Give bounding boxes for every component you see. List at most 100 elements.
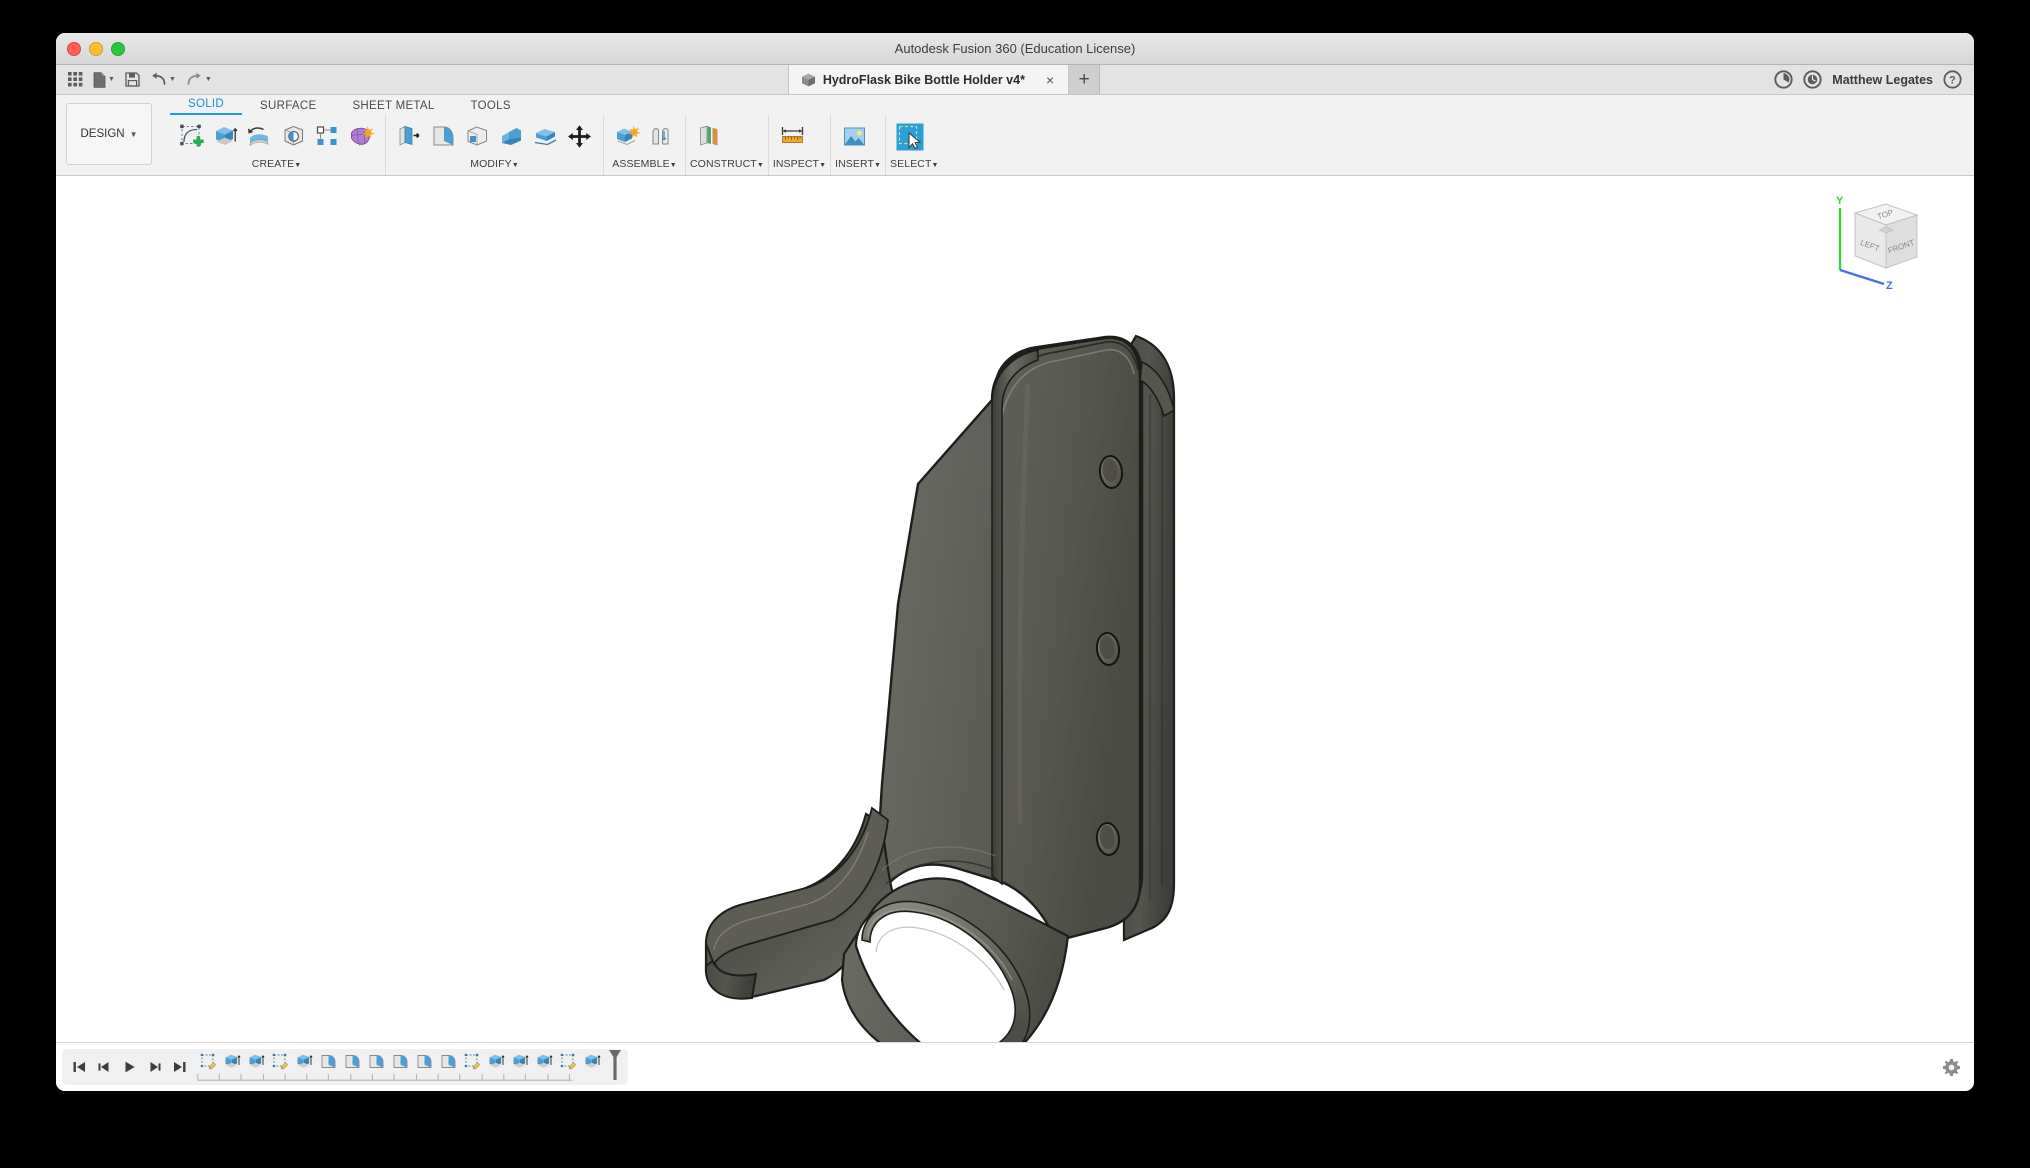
maximize-window-icon[interactable]	[111, 41, 125, 56]
timeline-feature-fillet[interactable]	[367, 1050, 386, 1072]
extensions-clock-icon[interactable]	[1803, 70, 1822, 89]
timeline-feature-extrude[interactable]	[295, 1050, 314, 1072]
new-component-button[interactable]	[611, 120, 644, 154]
save-button[interactable]	[121, 68, 144, 92]
ribbon-group-construct: CONSTRUCT▼	[686, 115, 769, 175]
fillet-feature-icon	[393, 1054, 407, 1068]
go-to-beginning-button[interactable]	[68, 1055, 90, 1079]
timeline-feature-extrude[interactable]	[487, 1050, 506, 1072]
undo-caret-icon: ▼	[168, 76, 176, 83]
insert-image-button[interactable]	[838, 120, 871, 154]
revolve-button[interactable]	[243, 120, 276, 154]
view-cube[interactable]: Y Z TOP LEFT FRONT	[1822, 186, 1932, 292]
create-sketch-icon	[180, 124, 204, 147]
timeline-feature-sketch[interactable]	[559, 1050, 578, 1072]
shell-button[interactable]	[461, 120, 494, 154]
timeline-panel	[62, 1049, 628, 1085]
timeline-settings-button[interactable]	[1943, 1058, 1960, 1076]
ribbon-tab-solid[interactable]: SOLID	[170, 98, 243, 115]
minimize-window-icon[interactable]	[89, 41, 103, 56]
ribbon-group-create-icons	[172, 115, 381, 158]
ribbon-group-construct-label[interactable]: CONSTRUCT▼	[690, 158, 764, 175]
skip-end-icon	[173, 1062, 185, 1072]
close-document-tab-icon[interactable]: ×	[1046, 72, 1054, 88]
measure-button[interactable]	[776, 120, 809, 154]
draft-button[interactable]	[495, 120, 528, 154]
close-window-icon[interactable]	[67, 41, 81, 56]
ribbon-group-modify-label[interactable]: MODIFY▼	[390, 158, 599, 175]
timeline-feature-fillet[interactable]	[439, 1050, 458, 1072]
document-tab[interactable]: HydroFlask Bike Bottle Holder v4* ×	[787, 65, 1070, 94]
user-account-name[interactable]: Matthew Legates	[1832, 73, 1933, 87]
ribbon-group-assemble-label[interactable]: ASSEMBLE▼	[608, 158, 681, 175]
show-data-panel-button[interactable]	[64, 68, 87, 92]
create-form-button[interactable]	[345, 120, 378, 154]
timeline-bar	[56, 1042, 1974, 1091]
job-status-icon[interactable]	[1774, 70, 1793, 89]
timeline-feature-extrude[interactable]	[583, 1050, 602, 1072]
view-cube-svg[interactable]: Y Z TOP LEFT FRONT	[1822, 186, 1932, 292]
ribbon-group-inspect-label[interactable]: INSPECT▼	[773, 158, 826, 175]
rectangular-pattern-button[interactable]	[311, 120, 344, 154]
timeline-feature-fillet[interactable]	[319, 1050, 338, 1072]
joint-button[interactable]	[645, 120, 678, 154]
play-button[interactable]	[118, 1055, 140, 1079]
hole-button[interactable]	[277, 120, 310, 154]
ribbon-tabs: SOLID SURFACE SHEET METAL TOOLS	[160, 95, 1974, 115]
plus-badge	[193, 136, 204, 147]
workspace-selector[interactable]: DESIGN ▼	[66, 103, 152, 165]
timeline-playback-controls	[68, 1055, 196, 1079]
step-back-button[interactable]	[93, 1055, 115, 1079]
timeline-feature-extrude[interactable]	[511, 1050, 530, 1072]
ribbon-group-assemble: ASSEMBLE▼	[604, 115, 686, 175]
timeline-end-marker[interactable]	[608, 1049, 622, 1086]
extrude-button[interactable]	[209, 120, 242, 154]
end-of-timeline-marker-icon	[609, 1049, 621, 1080]
view-cube-faces[interactable]: TOP LEFT FRONT	[1853, 203, 1919, 269]
timeline-feature-sketch[interactable]	[199, 1050, 218, 1072]
fillet-button[interactable]	[427, 120, 460, 154]
extrude-feature-icon	[225, 1054, 240, 1068]
undo-button[interactable]: ▼	[146, 68, 180, 92]
extrude-feature-icon	[537, 1054, 552, 1068]
offset-plane-button[interactable]	[693, 120, 726, 154]
shell-icon	[467, 126, 487, 146]
quick-access-buttons: ▼ ▼ ▼	[56, 65, 216, 94]
create-sketch-button[interactable]	[175, 120, 208, 154]
measure-ruler-icon	[781, 127, 803, 143]
file-menu-button[interactable]: ▼	[89, 68, 119, 92]
inspect-label-text: INSPECT	[772, 158, 820, 170]
skip-start-icon	[73, 1062, 85, 1072]
bottle-holder-model[interactable]	[56, 176, 1974, 1042]
timeline-feature-fillet[interactable]	[415, 1050, 434, 1072]
new-document-tab-button[interactable]: +	[1069, 65, 1101, 94]
quick-access-toolbar: ▼ ▼ ▼ HydroFlask Bike Bottle Holder v4* …	[56, 65, 1974, 95]
offset-plane-icon	[700, 125, 718, 146]
timeline-feature-sketch[interactable]	[463, 1050, 482, 1072]
move-copy-button[interactable]	[563, 120, 596, 154]
press-pull-button[interactable]	[393, 120, 426, 154]
timeline-feature-extrude[interactable]	[535, 1050, 554, 1072]
timeline-feature-fillet[interactable]	[391, 1050, 410, 1072]
fusion360-application-window: Autodesk Fusion 360 (Education License)	[56, 33, 1974, 1091]
workspace-label: DESIGN	[80, 128, 125, 140]
timeline-feature-sketch[interactable]	[271, 1050, 290, 1072]
ribbon-tab-tools[interactable]: TOOLS	[453, 100, 529, 115]
ribbon-group-create-label[interactable]: CREATE▼	[172, 158, 381, 175]
step-forward-button[interactable]	[143, 1055, 165, 1079]
3d-viewport-canvas[interactable]: Y Z TOP LEFT FRONT	[56, 176, 1974, 1042]
ribbon-group-insert-label[interactable]: INSERT▼	[835, 158, 881, 175]
sketch-feature-icon	[560, 1053, 576, 1069]
select-button[interactable]	[893, 120, 926, 154]
redo-button[interactable]: ▼	[182, 68, 216, 92]
go-to-end-button[interactable]	[168, 1055, 190, 1079]
scale-button[interactable]	[529, 120, 562, 154]
file-icon	[93, 71, 106, 88]
help-icon[interactable]: ?	[1943, 70, 1962, 89]
timeline-feature-fillet[interactable]	[343, 1050, 362, 1072]
timeline-feature-extrude[interactable]	[247, 1050, 266, 1072]
ribbon-tab-surface[interactable]: SURFACE	[242, 100, 334, 115]
ribbon-group-select-label[interactable]: SELECT▼	[890, 158, 938, 175]
timeline-feature-extrude[interactable]	[223, 1050, 242, 1072]
ribbon-tab-sheet-metal[interactable]: SHEET METAL	[334, 100, 452, 115]
